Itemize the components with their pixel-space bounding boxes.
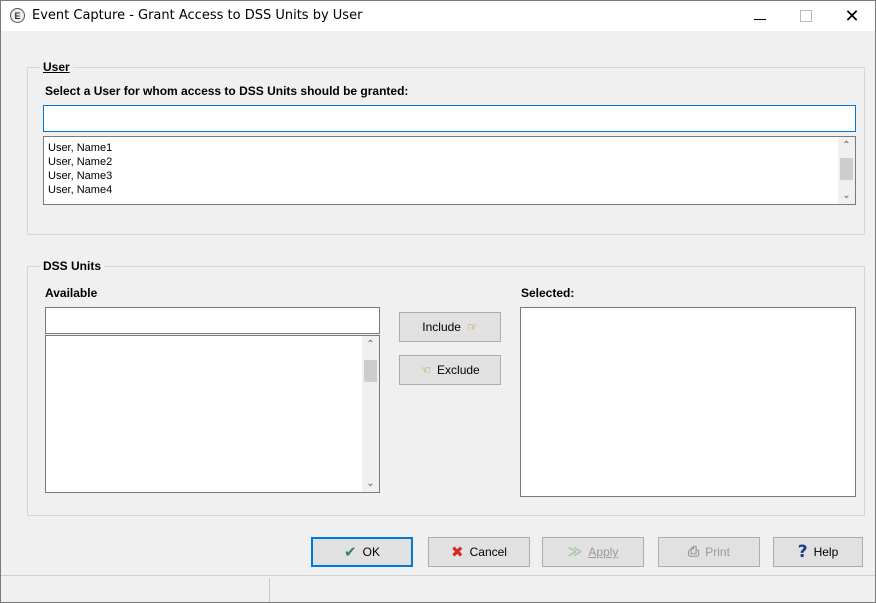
include-button-label: Include [422,320,461,334]
available-label-text: Available [45,286,98,300]
user-list-item[interactable]: User, Name1 [44,141,855,155]
exclude-button[interactable]: ☜ Exclude [399,355,501,385]
maximize-icon [800,10,812,22]
cancel-button[interactable]: ✖ Cancel [428,537,530,567]
selected-list[interactable] [520,307,856,497]
include-button[interactable]: Include ☞ [399,312,501,342]
title-bar[interactable]: E Event Capture - Grant Access to DSS Un… [1,1,875,31]
ok-button-label: OK [362,545,380,559]
apply-button-label: Apply [588,545,619,559]
apply-button[interactable]: ≫ Apply [542,537,644,567]
dss-units-legend: DSS Units [40,259,105,273]
user-group-legend: User [40,60,73,74]
close-button[interactable]: ✕ [829,1,875,31]
scroll-thumb[interactable] [840,158,853,180]
scroll-thumb[interactable] [364,360,377,382]
user-list-scrollbar[interactable]: ⌃ ⌄ [838,137,855,204]
double-check-icon: ≫ [567,544,583,560]
cancel-button-label: Cancel [469,545,507,559]
scroll-down-icon[interactable]: ⌄ [838,187,855,204]
scroll-up-icon[interactable]: ⌃ [362,336,379,353]
cancel-x-icon: ✖ [451,543,464,561]
available-list[interactable]: ⌃ ⌄ [45,335,380,493]
exclude-button-label: Exclude [437,363,480,377]
status-divider [269,578,270,602]
help-button[interactable]: ? Help [773,537,863,567]
selected-label-text: Selected: [521,286,575,300]
available-list-scrollbar[interactable]: ⌃ ⌄ [362,336,379,492]
scroll-up-icon[interactable]: ⌃ [838,137,855,154]
available-filter-input[interactable] [45,307,380,334]
ok-button[interactable]: ✔ OK [311,537,413,567]
minimize-icon [754,18,766,20]
printer-icon: ⎙ [688,544,700,560]
print-button-label: Print [705,545,730,559]
dialog-window: E Event Capture - Grant Access to DSS Un… [0,0,876,603]
help-button-label: Help [813,545,839,559]
user-list-item[interactable]: User, Name4 [44,183,855,197]
print-button[interactable]: ⎙ Print [658,537,760,567]
minimize-button[interactable] [737,1,783,31]
question-mark-icon: ? [797,542,808,562]
user-list[interactable]: User, Name1 User, Name2 User, Name3 User, N… [43,136,856,205]
user-search-input[interactable] [43,105,856,132]
pointing-hand-right-icon: ☞ [466,320,478,334]
checkmark-icon: ✔ [344,543,357,561]
user-list-item[interactable]: User, Name3 [44,169,855,183]
app-icon[interactable]: E [10,8,25,23]
status-bar [1,575,875,602]
window-title: Event Capture - Grant Access to DSS Unit… [32,8,363,23]
maximize-button[interactable] [783,1,829,31]
user-list-item[interactable]: User, Name2 [44,155,855,169]
scroll-down-icon[interactable]: ⌄ [362,475,379,492]
pointing-hand-left-icon: ☜ [420,363,432,377]
selected-label: Selected: [521,286,574,300]
close-icon: ✕ [844,5,860,27]
available-label: Available [45,286,97,300]
user-prompt-label: Select a User for whom access to DSS Uni… [45,84,409,98]
